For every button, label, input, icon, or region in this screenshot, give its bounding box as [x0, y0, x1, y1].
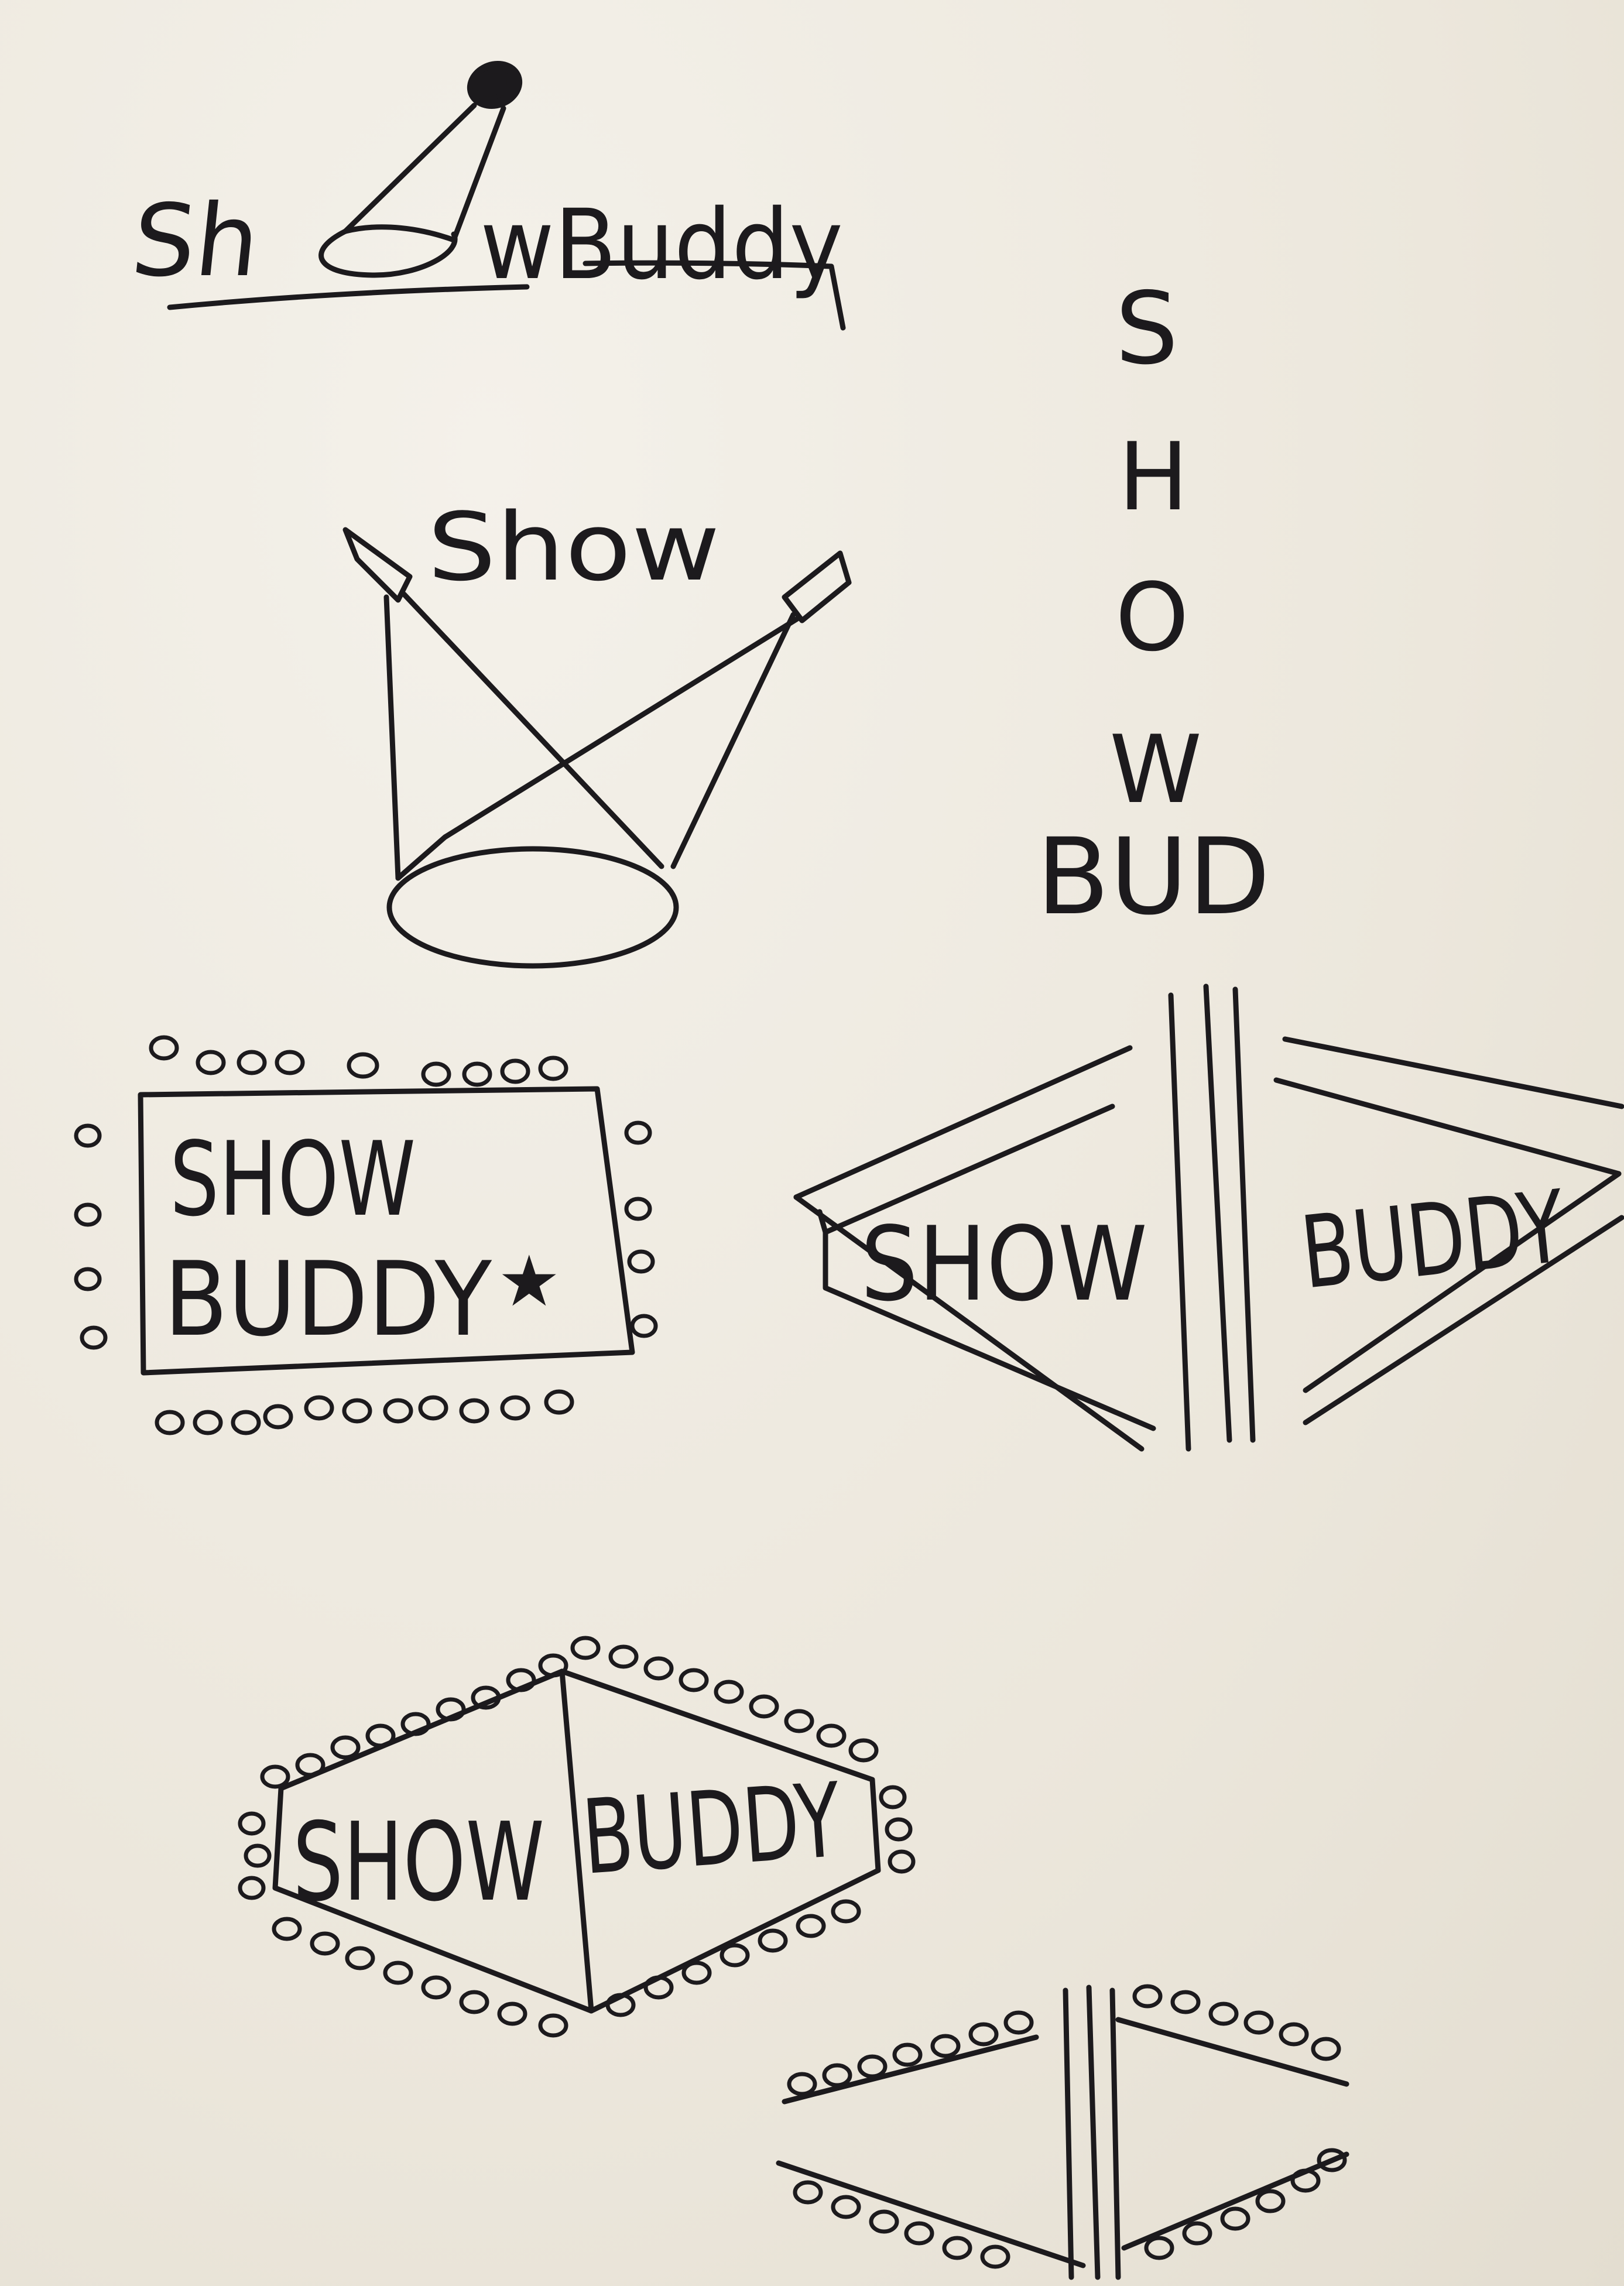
- logo-sketch-2: Show: [342, 492, 852, 969]
- logo6-left-text: SHOW: [293, 1799, 544, 1925]
- logo-sketch-5: SHOW BUDDY: [793, 983, 1624, 1452]
- logo3-letter-h: H: [1118, 422, 1188, 532]
- logo-sketch-3: S H O W BUD: [1036, 271, 1270, 938]
- logo4-line2: BUDDY: [164, 1240, 492, 1359]
- logo3-letters-bud: BUD: [1036, 816, 1270, 938]
- logo6-right-text: BUDDY: [579, 1761, 845, 1898]
- logo1-left-text: Sh: [126, 183, 265, 299]
- sketch-canvas: Sh wBuddy Show S H O W BUD SHOW BUDDY ★ …: [74, 60, 1624, 2280]
- logo-sketch-1: Sh wBuddy: [126, 60, 846, 331]
- logo5-right-text: BUDDY: [1296, 1169, 1571, 1312]
- logo2-stage-ellipse: [386, 846, 679, 969]
- logo1-right-text: wBuddy: [480, 188, 843, 301]
- logo5-left-text: SHOW: [861, 1205, 1147, 1324]
- logo4-star: ★: [498, 1241, 561, 1322]
- logo3-letter-s: S: [1115, 271, 1178, 387]
- sketch-paper: Sh wBuddy Show S H O W BUD SHOW BUDDY ★ …: [0, 0, 1624, 2286]
- logo-sketch-4: SHOW BUDDY ★: [74, 1035, 658, 1435]
- logo2-word: Show: [427, 492, 720, 602]
- logo-sketch-6: SHOW BUDDY: [238, 1636, 916, 2038]
- logo3-letter-o: O: [1115, 563, 1189, 672]
- logo4-line1: SHOW: [170, 1120, 416, 1239]
- logo-sketch-7: [776, 1984, 1349, 2280]
- logo3-letter-w: W: [1109, 715, 1202, 824]
